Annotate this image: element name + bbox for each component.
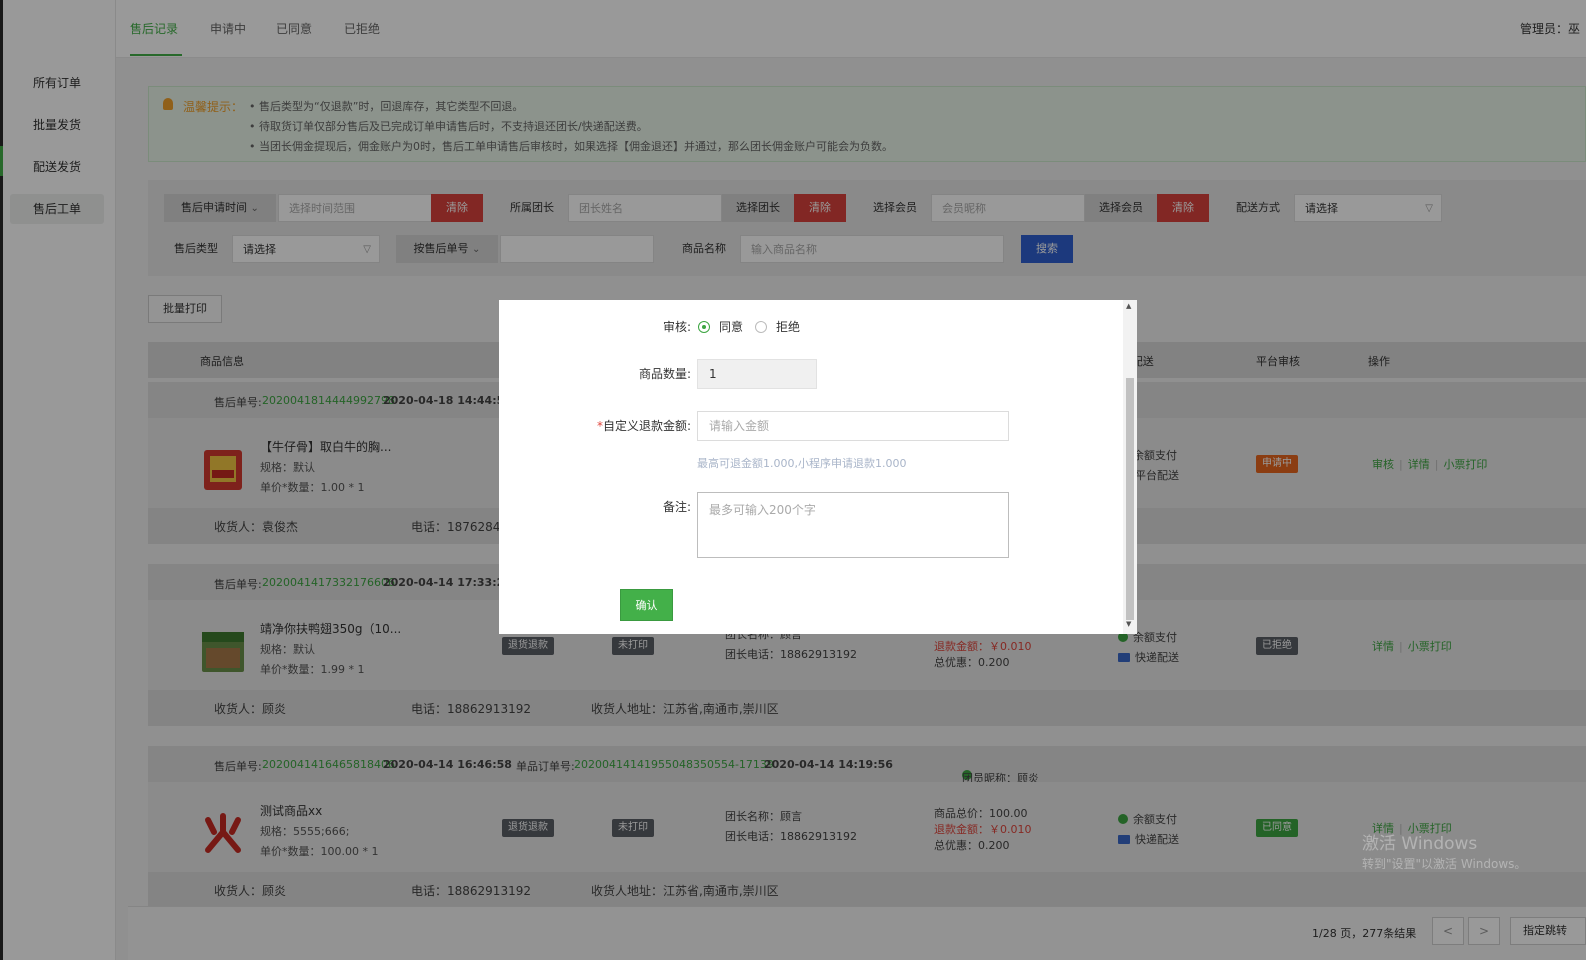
agree-radio[interactable] xyxy=(698,321,710,333)
scroll-up-icon[interactable]: ▲ xyxy=(1126,302,1131,310)
remark-textarea[interactable]: 最多可输入200个字 xyxy=(697,492,1009,558)
audit-dialog: 审核: 同意 拒绝 商品数量: 1 *自定义退款金额: 请输入金额 最高可退金额… xyxy=(499,300,1137,634)
scroll-down-icon[interactable]: ▼ xyxy=(1126,620,1131,628)
qty-label: 商品数量: xyxy=(638,367,691,381)
agree-label[interactable]: 同意 xyxy=(719,318,743,335)
audit-label: 审核: xyxy=(662,320,691,334)
refund-label: *自定义退款金额: xyxy=(596,419,691,433)
reject-radio[interactable] xyxy=(755,321,767,333)
reject-label[interactable]: 拒绝 xyxy=(776,318,800,335)
refund-hint: 最高可退金额1.000,小程序申请退款1.000 xyxy=(697,457,907,470)
remark-label: 备注: xyxy=(662,500,691,514)
dialog-scrollbar[interactable]: ▲ ▼ xyxy=(1123,300,1137,634)
windows-activation-watermark: 激活 Windows 转到"设置"以激活 Windows。 xyxy=(1362,834,1527,871)
qty-field: 1 xyxy=(697,359,817,389)
confirm-button[interactable]: 确认 xyxy=(620,589,673,621)
scrollbar-thumb[interactable] xyxy=(1126,378,1134,620)
refund-amount-input[interactable]: 请输入金额 xyxy=(697,411,1009,441)
